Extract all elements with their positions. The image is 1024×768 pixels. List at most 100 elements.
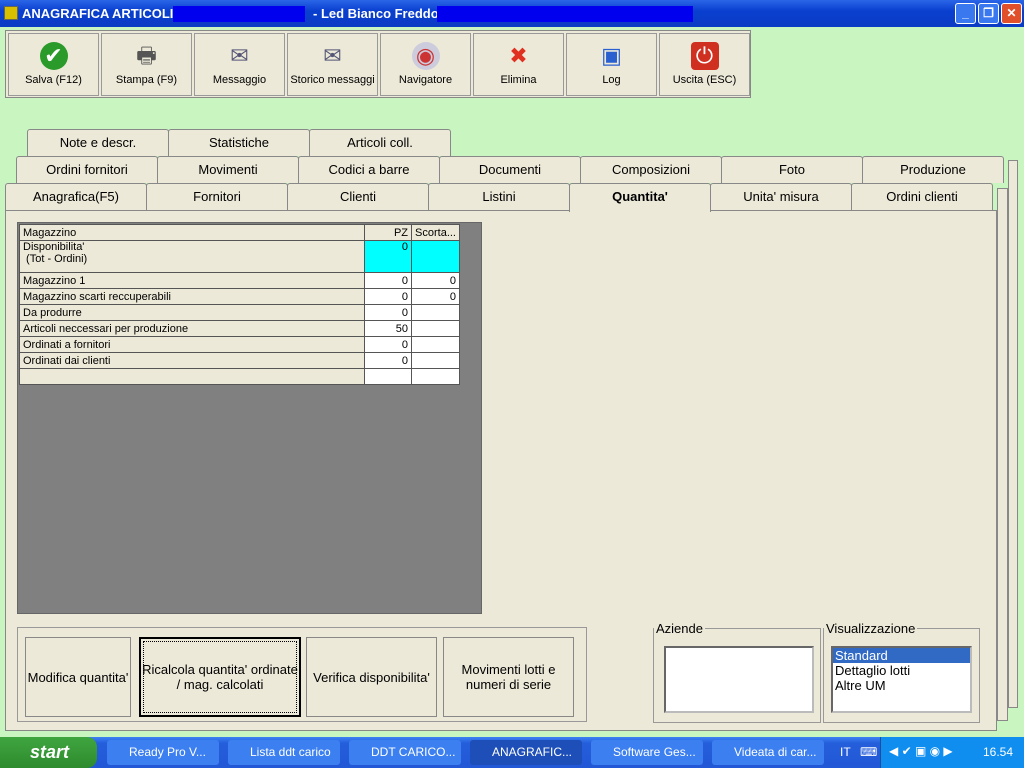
toolbar-button-log[interactable]: ▣ Log	[566, 33, 657, 96]
envelope-search-icon: ✉	[323, 43, 342, 68]
toolbar-button-label: Uscita (ESC)	[672, 74, 737, 86]
quantity-grid: Magazzino PZ Scorta... Disponibilita' (Tot …	[17, 222, 482, 614]
redacted-text	[437, 6, 693, 22]
tab-articoli-coll[interactable]: Articoli coll.	[309, 129, 451, 156]
taskbar-item[interactable]: Videata di car...	[712, 740, 824, 765]
tab-ordini-clienti[interactable]: Ordini clienti	[851, 183, 993, 210]
grid-label-cell: Magazzino scarti reccuperabili	[18, 288, 366, 305]
grid-value-cell[interactable]	[411, 368, 460, 385]
visualizzazione-group: Visualizzazione Standard Dettaglio lotti…	[823, 621, 980, 723]
printer-icon: 🖶	[136, 43, 157, 68]
tab-quantita[interactable]: Quantita'	[569, 183, 711, 212]
grid-label-cell: Magazzino 1	[18, 272, 366, 289]
redacted-code	[173, 6, 305, 22]
taskbar-item[interactable]: Ready Pro V...	[107, 740, 219, 765]
aziende-label: Aziende	[656, 621, 703, 636]
keyboard-icon[interactable]: ⌨	[860, 745, 877, 759]
verifica-disponibilita-button[interactable]: Verifica disponibilita'	[306, 637, 437, 717]
option-dettaglio-lotti[interactable]: Dettaglio lotti	[833, 663, 970, 678]
tab-clienti[interactable]: Clienti	[287, 183, 429, 210]
language-indicator[interactable]: IT	[840, 745, 851, 759]
grid-label-cell	[18, 368, 366, 385]
toolbar-button-navigatore[interactable]: ◉ Navigatore	[380, 33, 471, 96]
ricalcola-quantita-button[interactable]: Ricalcola quantita' ordinate / mag. calc…	[139, 637, 301, 717]
tab-composizioni[interactable]: Composizioni	[580, 156, 722, 183]
grid-value-cell[interactable]	[411, 336, 460, 353]
aziende-list[interactable]	[664, 646, 814, 713]
grid-row: Magazzino 100	[18, 272, 460, 289]
grid-value-cell[interactable]: 0	[411, 272, 460, 289]
toolbar-button-label: Salva (F12)	[25, 74, 82, 86]
tab-note-e-descr[interactable]: Note e descr.	[27, 129, 169, 156]
toolbar-button-elimina[interactable]: ✖ Elimina	[473, 33, 564, 96]
tray-icons[interactable]: ◀ ✔ ▣ ◉ ▶	[889, 744, 953, 758]
grid-label-cell: Da produrre	[18, 304, 366, 321]
minimize-button[interactable]: _	[955, 3, 976, 24]
taskbar-item[interactable]: Software Ges...	[591, 740, 703, 765]
tab-movimenti[interactable]: Movimenti	[157, 156, 299, 183]
toolbar-button-storico-messaggi[interactable]: ✉ Storico messaggi	[287, 33, 378, 96]
tab-stack-back	[1008, 160, 1018, 708]
column-header[interactable]: Magazzino	[18, 224, 366, 241]
grid-value-cell[interactable]: 0	[364, 288, 413, 305]
grid-value-cell[interactable]	[411, 304, 460, 321]
compass-icon: ◉	[411, 42, 440, 70]
column-header[interactable]: PZ	[364, 224, 413, 241]
window-title-item: - Led Bianco Freddo	[313, 6, 439, 21]
column-header[interactable]: Scorta...	[411, 224, 460, 241]
grid-value-cell[interactable]	[411, 240, 460, 273]
toolbar-button-label: Messaggio	[212, 74, 267, 86]
toolbar-button-messaggio[interactable]: ✉ Messaggio	[194, 33, 285, 96]
grid-value-cell[interactable]: 0	[364, 336, 413, 353]
tab-codici-a-barre[interactable]: Codici a barre	[298, 156, 440, 183]
grid-value-cell[interactable]: 0	[364, 240, 413, 273]
tab-foto[interactable]: Foto	[721, 156, 863, 183]
toolbar-button-salva-f12[interactable]: ✔ Salva (F12)	[8, 33, 99, 96]
book-search-icon: ▣	[601, 43, 622, 68]
visualizzazione-label: Visualizzazione	[826, 621, 916, 636]
toolbar-button-label: Navigatore	[398, 74, 453, 86]
taskbar-item[interactable]: DDT CARICO...	[349, 740, 461, 765]
grid-value-cell[interactable]: 50	[364, 320, 413, 337]
toolbar-button-label: Stampa (F9)	[115, 74, 178, 86]
clock: 16.54	[983, 745, 1014, 759]
toolbar-button-label: Storico messaggi	[290, 74, 375, 86]
toolbar-button-stampa-f9[interactable]: 🖶 Stampa (F9)	[101, 33, 192, 96]
tab-fornitori[interactable]: Fornitori	[146, 183, 288, 210]
option-altre-um[interactable]: Altre UM	[833, 678, 970, 693]
grid-label-cell: Ordinati a fornitori	[18, 336, 366, 353]
grid-row: Ordinati dai clienti 0	[18, 352, 460, 369]
option-standard[interactable]: Standard	[833, 648, 970, 663]
modifica-quantita-button[interactable]: Modifica quantita'	[25, 637, 131, 717]
taskbar: start Ready Pro V... Lista ddt carico DDT …	[0, 737, 1024, 768]
movimenti-lotti-button[interactable]: Movimenti lotti e numeri di serie	[443, 637, 574, 717]
toolbar-button-label: Log	[602, 74, 621, 86]
tab-anagrafica-f5[interactable]: Anagrafica(F5)	[5, 183, 147, 210]
grid-value-cell[interactable]	[411, 352, 460, 369]
taskbar-item[interactable]: Lista ddt carico	[228, 740, 340, 765]
tab-documenti[interactable]: Documenti	[439, 156, 581, 183]
tab-ordini-fornitori[interactable]: Ordini fornitori	[16, 156, 158, 183]
grid-value-cell[interactable]: 0	[411, 288, 460, 305]
tab-unita-misura[interactable]: Unita' misura	[710, 183, 852, 210]
grid-row: Da produrre 0	[18, 304, 460, 321]
grid-value-cell[interactable]: 0	[364, 352, 413, 369]
visualizzazione-list[interactable]: Standard Dettaglio lotti Altre UM	[831, 646, 972, 713]
system-tray: ◀ ✔ ▣ ◉ ▶ 16.54	[880, 737, 1024, 768]
grid-row: Disponibilita' (Tot - Ordini) 0	[18, 240, 460, 273]
close-button[interactable]: ✕	[1001, 3, 1022, 24]
grid-value-cell[interactable]	[364, 368, 413, 385]
aziende-group: Aziende	[653, 621, 821, 723]
taskbar-item[interactable]: ANAGRAFIC...	[470, 740, 582, 765]
grid-value-cell[interactable]	[411, 320, 460, 337]
tab-listini[interactable]: Listini	[428, 183, 570, 210]
power-icon: ⏻	[690, 42, 719, 70]
grid-value-cell[interactable]: 0	[364, 304, 413, 321]
restore-button[interactable]: ❐	[978, 3, 999, 24]
app-icon	[4, 6, 18, 20]
tab-statistiche[interactable]: Statistiche	[168, 129, 310, 156]
toolbar-button-uscita-esc[interactable]: ⏻ Uscita (ESC)	[659, 33, 750, 96]
start-button[interactable]: start	[0, 737, 97, 768]
grid-value-cell[interactable]: 0	[364, 272, 413, 289]
tab-produzione[interactable]: Produzione	[862, 156, 1004, 183]
